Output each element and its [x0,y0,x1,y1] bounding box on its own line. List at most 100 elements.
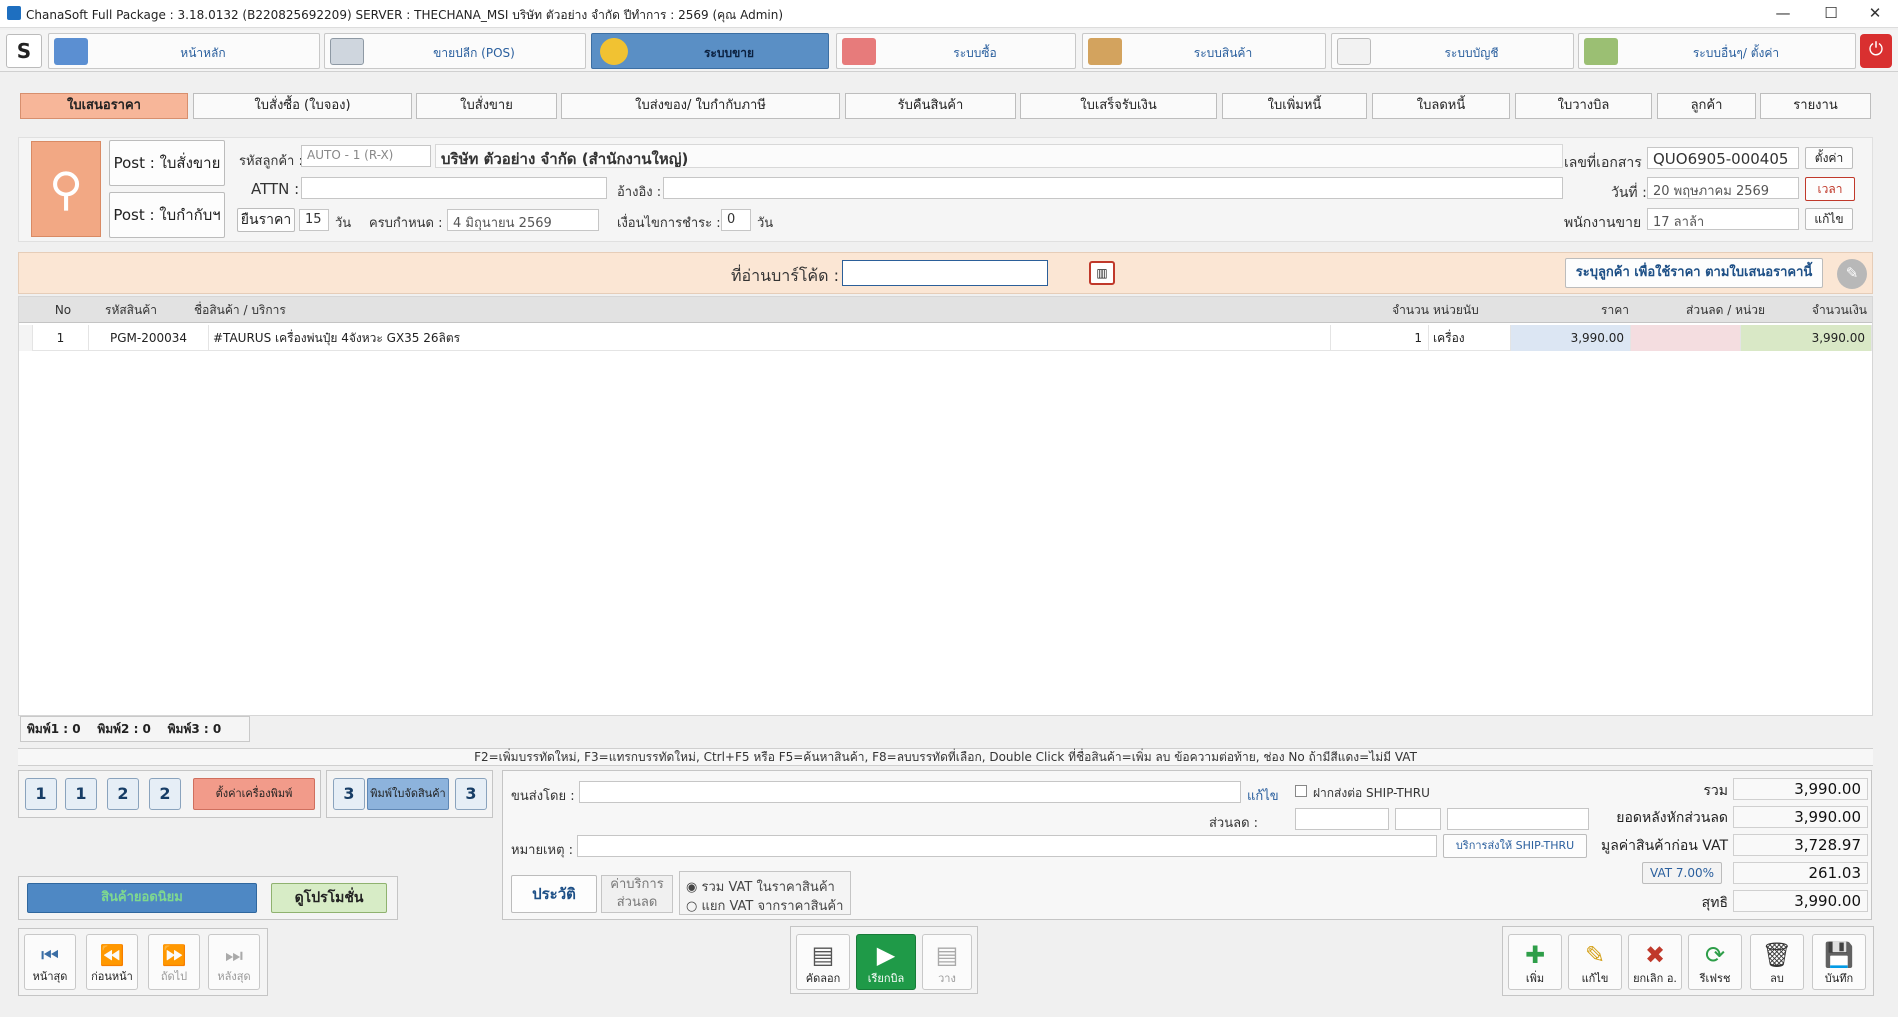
row-unit[interactable]: เครื่อง [1429,325,1511,351]
discount-type-select[interactable] [1395,808,1441,830]
minimize-button[interactable]: — [1760,0,1806,28]
chanasoft-logo-icon[interactable]: S [6,34,42,68]
attn-input[interactable] [301,177,607,199]
discount-input[interactable] [1295,808,1389,830]
service-label: ค่าบริการ [610,877,664,892]
print2-preview-button[interactable]: 2 [149,778,181,810]
ship-thru-checkbox[interactable] [1295,785,1307,797]
last-record-button[interactable]: ⏭ หลังสุด [208,934,260,990]
col-unit: หน่วยนับ [1433,297,1513,323]
ship-by-select[interactable] [579,781,1241,803]
row-name[interactable]: #TAURUS เครื่องพ่นปุ๋ย 4จังหวะ GX35 26ลิ… [209,325,1331,351]
call-bill-button[interactable]: ▶ เรียกบิล [856,934,916,990]
customer-name-field[interactable]: บริษัท ตัวอย่าง จำกัด (สำนักงานใหญ่) [435,144,1563,168]
tab-purchase-order[interactable]: ใบสั่งซื้อ (ใบจอง) [193,93,412,119]
cancel-doc-button[interactable]: ✖ ยกเลิก อ. [1628,934,1682,990]
module-accounting[interactable]: ระบบบัญชี [1331,33,1574,69]
ref-input[interactable] [663,177,1563,199]
table-row[interactable]: 1 PGM-200034 #TAURUS เครื่องพ่นปุ๋ย 4จัง… [19,325,1872,351]
promotion-button[interactable]: ดูโปรโมชั่น [271,883,387,913]
barcode-input[interactable] [842,260,1048,286]
search-icon[interactable]: ⚲ [31,141,101,237]
popular-products-button[interactable]: สินค้ายอดนิยม [27,883,257,913]
close-button[interactable]: ✕ [1852,0,1898,28]
module-inventory[interactable]: ระบบสินค้า [1082,33,1326,69]
pin-icon[interactable]: ✎ [1837,259,1867,289]
ship-by-label: ขนส่งโดย : [511,789,575,804]
tab-credit-note[interactable]: ใบลดหนี้ [1372,93,1510,119]
play-icon: ▶ [876,941,896,969]
module-accounting-label: ระบบบัญชี [1444,46,1499,60]
discount-amount-input[interactable] [1447,808,1589,830]
prev-record-button[interactable]: ⏪ ก่อนหน้า [86,934,138,990]
ship-by-edit-link[interactable]: แก้ไข [1247,785,1279,806]
module-sales[interactable]: ระบบขาย [591,33,829,69]
customer-price-button[interactable]: ระบุลูกค้า เพื่อใช้ราคา ตามใบเสนอราคานี้ [1565,258,1823,288]
print3-preview-button[interactable]: 3 [455,778,487,810]
row-price[interactable]: 3,990.00 [1511,325,1631,351]
note-input[interactable] [577,835,1437,857]
vat-exclusive-radio[interactable]: ○ แยก VAT จากราคาสินค้า [686,895,843,916]
service-discount-button[interactable]: ค่าบริการ ส่วนลด [601,875,673,913]
vat-exclusive-label: แยก VAT จากราคาสินค้า [701,899,844,914]
module-purchase[interactable]: ระบบซื้อ [836,33,1076,69]
salesman-edit-button[interactable]: แก้ไข [1805,208,1853,230]
copy-button[interactable]: ▤ คัดลอก [796,934,850,990]
setup-printer-button[interactable]: ตั้งค่าเครื่องพิมพ์ [193,778,315,810]
row-code[interactable]: PGM-200034 [89,325,209,351]
post-sales-order-button[interactable]: Post : ใบสั่งขาย [109,140,225,186]
before-vat-value: 3,728.97 [1733,834,1868,856]
time-button[interactable]: เวลา [1805,177,1855,201]
confirm-price-days-input[interactable]: 15 [299,209,329,231]
row-discount[interactable] [1631,325,1741,351]
tab-quotation[interactable]: ใบเสนอราคา [20,93,188,119]
post-tax-invoice-button[interactable]: Post : ใบกำกับฯ [109,192,225,238]
confirm-price-button[interactable]: ยืนราคา [237,208,295,232]
col-code: รหัสสินค้า [105,297,195,323]
maximize-button[interactable]: ☐ [1808,0,1854,28]
salesman-select[interactable]: 17 ลาล้า [1647,208,1799,230]
tab-sales-order[interactable]: ใบสั่งขาย [416,93,557,119]
title-bar: ChanaSoft Full Package : 3.18.0132 (B220… [0,0,1898,28]
edit-button[interactable]: ✎ แก้ไข [1568,934,1622,990]
row-selector[interactable] [19,325,33,351]
tab-receipt[interactable]: ใบเสร็จรับเงิน [1020,93,1217,119]
payment-terms-input[interactable]: 0 [721,209,751,231]
customer-code-select[interactable]: AUTO - 1 (R-X) [301,145,431,167]
copy-label: คัดลอก [805,972,841,985]
due-date-picker[interactable]: 4 มิถุนายน 2569 [447,209,599,231]
barcode-scan-icon[interactable]: ▥ [1089,261,1115,285]
vat-rate-button[interactable]: VAT 7.00% [1642,862,1722,884]
save-button[interactable]: 💾 บันทึก [1812,934,1866,990]
paste-button[interactable]: ▤ วาง [922,934,972,990]
tab-billing[interactable]: ใบวางบิล [1515,93,1652,119]
tab-debit-note[interactable]: ใบเพิ่มหนี้ [1222,93,1367,119]
setup-button[interactable]: ตั้งค่า [1805,147,1853,169]
power-icon[interactable]: ⏻ [1860,34,1892,68]
ship-thru-service-button[interactable]: บริการส่งให้ SHIP-THRU [1443,834,1587,858]
print1-button[interactable]: 1 [25,778,57,810]
print1-preview-button[interactable]: 1 [65,778,97,810]
add-button[interactable]: ✚ เพิ่ม [1508,934,1562,990]
tab-report[interactable]: รายงาน [1760,93,1871,119]
print3-button[interactable]: 3 [333,778,365,810]
print2-button[interactable]: 2 [107,778,139,810]
vat-inclusive-radio[interactable]: ◉ รวม VAT ในราคาสินค้า [686,876,835,897]
doc-no-input[interactable]: QUO6905-000405 [1647,147,1799,169]
module-pos[interactable]: ขายปลีก (POS) [324,33,586,69]
print-picking-button[interactable]: พิมพ์ใบจัดสินค้า [367,778,449,810]
print2-count: พิมพ์2 : 0 [97,722,151,736]
refresh-button[interactable]: ⟳ รีเฟรช [1688,934,1742,990]
tab-delivery-invoice[interactable]: ใบส่งของ/ ใบกำกับภาษี [561,93,840,119]
tab-customer[interactable]: ลูกค้า [1657,93,1756,119]
first-record-button[interactable]: ⏮ หน้าสุด [24,934,76,990]
date-picker[interactable]: 20 พฤษภาคม 2569 [1647,177,1799,199]
next-record-button[interactable]: ⏩ ถัดไป [148,934,200,990]
module-home[interactable]: หน้าหลัก [48,33,320,69]
col-name: ชื่อสินค้า / บริการ [194,297,394,323]
row-qty[interactable]: 1 [1331,325,1429,351]
history-button[interactable]: ประวัติ [511,875,597,913]
tab-returns[interactable]: รับคืนสินค้า [845,93,1016,119]
module-settings[interactable]: ระบบอื่นๆ/ ตั้งค่า [1578,33,1856,69]
delete-button[interactable]: 🗑 ลบ [1750,934,1804,990]
